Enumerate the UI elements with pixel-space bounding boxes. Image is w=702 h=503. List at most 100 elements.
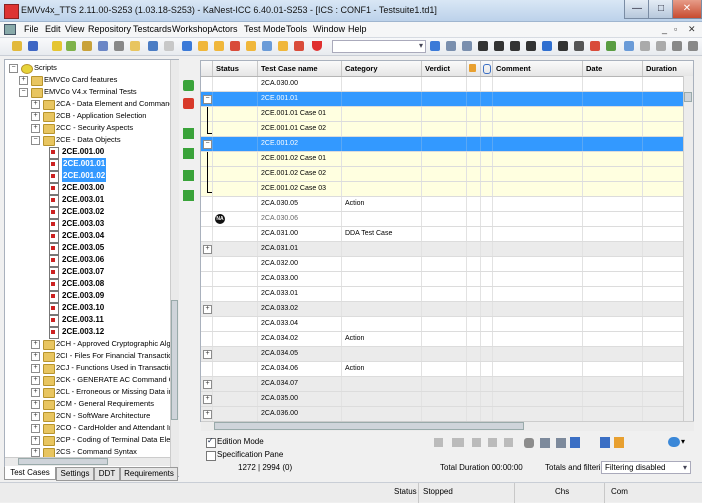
tree-folder-item[interactable]: + EMVCo Card features — [19, 74, 170, 86]
filter-icon[interactable] — [430, 41, 440, 51]
grid-row[interactable]: 2CA.032.00 — [201, 257, 693, 272]
grid-row[interactable]: 2CE.001.01 Case 01 — [201, 107, 693, 122]
expand-icon[interactable]: + — [203, 395, 212, 404]
tree-folder-item[interactable]: +2CP - Coding of Terminal Data Eleme... — [31, 434, 178, 446]
menu-help[interactable]: Help — [348, 24, 367, 34]
expand-icon[interactable]: + — [31, 124, 40, 133]
repository-icon[interactable] — [28, 41, 38, 51]
header-date[interactable]: Date — [583, 61, 643, 76]
pdf-icon[interactable] — [590, 41, 600, 51]
tree-test-item[interactable]: 2CE.003.03 — [49, 218, 170, 231]
collapse-icon[interactable]: − — [31, 136, 40, 145]
menu-testcards[interactable]: Testcards — [133, 24, 172, 34]
grid-row[interactable]: 2CA.030.05 Action — [201, 197, 693, 212]
warning-icon[interactable] — [312, 41, 322, 51]
menu-file[interactable]: File — [24, 24, 39, 34]
grid-row[interactable]: 2CA.033.00 — [201, 272, 693, 287]
grid-row[interactable]: − 2CE.001.02 — [201, 137, 693, 152]
grid-vertical-scrollbar[interactable] — [683, 76, 693, 421]
filter-clear-icon[interactable] — [462, 41, 472, 51]
lightning-icon[interactable] — [52, 41, 62, 51]
expand-icon[interactable]: + — [31, 448, 40, 457]
menu-workshop[interactable]: Workshop — [172, 24, 212, 34]
grid-row[interactable]: 2CA.033.04 — [201, 317, 693, 332]
find-prev-icon[interactable] — [510, 41, 520, 51]
toolbar-combo[interactable] — [332, 40, 426, 53]
tree-vertical-scroll-thumb[interactable] — [171, 300, 178, 420]
menu-window[interactable]: Window — [313, 24, 345, 34]
tree-test-item[interactable]: 2CE.003.02 — [49, 206, 170, 219]
tree-test-item[interactable]: 2CE.003.07 — [49, 266, 170, 279]
export-icon[interactable] — [624, 41, 634, 51]
header-comment[interactable]: Comment — [493, 61, 583, 76]
expand-icon[interactable]: + — [203, 410, 212, 419]
grid-horizontal-scroll-thumb[interactable] — [214, 422, 524, 430]
stop-icon[interactable] — [294, 41, 304, 51]
clear-icon[interactable] — [640, 41, 650, 51]
folder-add-icon[interactable] — [214, 41, 224, 51]
find-next-icon[interactable] — [494, 41, 504, 51]
expand-icon[interactable]: + — [31, 424, 40, 433]
export-doc-icon[interactable] — [614, 437, 624, 448]
print-icon[interactable] — [164, 41, 174, 51]
tree-test-item[interactable]: 2CE.003.05 — [49, 242, 170, 255]
header-test-case-name[interactable]: Test Case name — [258, 61, 342, 76]
tree-root[interactable]: − Scripts — [9, 62, 169, 74]
tag-icon[interactable] — [656, 41, 666, 51]
menu-test-mode[interactable]: Test Mode — [244, 24, 286, 34]
filter-edit-icon[interactable] — [446, 41, 456, 51]
find-blue-icon[interactable] — [542, 41, 552, 51]
menu-tools[interactable]: Tools — [286, 24, 307, 34]
menu-repository[interactable]: Repository — [88, 24, 131, 34]
mdi-close-button[interactable]: ✕ — [688, 24, 696, 35]
grid-row[interactable]: 2CA.034.06 Action — [201, 362, 693, 377]
tree-test-item[interactable]: 2CE.001.01 — [49, 158, 170, 171]
header-duration[interactable]: Duration — [643, 61, 693, 76]
minimize-button[interactable]: — — [624, 0, 650, 19]
settings-icon[interactable] — [114, 41, 124, 51]
tree-folder-item[interactable]: +2CL - Erroneous or Missing Data in I... — [31, 386, 178, 398]
filter-select[interactable]: Filtering disabled — [601, 461, 691, 474]
collapse-icon[interactable]: − — [9, 64, 18, 73]
expand-icon[interactable]: + — [31, 436, 40, 445]
run-icon[interactable] — [182, 41, 192, 51]
edit-doc-icon[interactable] — [570, 437, 580, 448]
maximize-button[interactable]: □ — [648, 0, 674, 19]
tool3-icon[interactable] — [556, 438, 566, 448]
grid-row[interactable]: +2CA.035.00 — [201, 392, 693, 407]
tab-requirements[interactable]: Requirements — [120, 467, 178, 481]
grid-row[interactable]: 2CE.001.02 Case 01 — [201, 152, 693, 167]
expand-icon[interactable]: + — [31, 352, 40, 361]
tree-folder-item[interactable]: +2CH - Approved Cryptographic Algorit... — [31, 338, 178, 350]
expand-icon[interactable]: + — [203, 380, 212, 389]
save-icon[interactable] — [148, 41, 158, 51]
grid-row[interactable]: 2CA.034.02 Action — [201, 332, 693, 347]
step-icon[interactable] — [452, 438, 464, 447]
expand-icon[interactable]: + — [19, 76, 28, 85]
tree-horizontal-scroll-thumb[interactable] — [18, 458, 108, 465]
expand-icon[interactable]: + — [203, 245, 212, 254]
header-status[interactable]: Status — [213, 61, 258, 76]
header-flag[interactable] — [467, 61, 481, 76]
expand-icon[interactable]: + — [31, 400, 40, 409]
grid-row[interactable]: − 2CE.001.01 — [201, 92, 693, 107]
document-icon[interactable] — [4, 24, 16, 35]
tree-folder-item[interactable]: +2CI - Files For Financial Transaction I… — [31, 350, 178, 362]
nav-left-icon[interactable] — [672, 41, 682, 51]
expand-icon[interactable]: + — [203, 350, 212, 359]
expand-icon[interactable]: + — [31, 388, 40, 397]
tree-folder-item[interactable]: − EMVCo V4.x Terminal Tests — [19, 86, 170, 98]
grid-row[interactable]: 2CE.001.01 Case 02 — [201, 122, 693, 137]
skip-icon[interactable] — [504, 438, 513, 447]
mdi-restore-button[interactable]: ▫ — [674, 24, 677, 34]
tree-folder-item[interactable]: +2CB - Application Selection — [31, 110, 170, 122]
tree-test-item[interactable]: 2CE.001.00 — [49, 146, 170, 159]
tree-test-item[interactable]: 2CE.003.10 — [49, 302, 170, 315]
move-down-icon[interactable] — [183, 170, 194, 181]
tool2-icon[interactable] — [540, 438, 550, 448]
tree-test-item[interactable]: 2CE.003.08 — [49, 278, 170, 291]
expand-icon[interactable]: + — [31, 100, 40, 109]
excel-icon[interactable] — [606, 41, 616, 51]
tree-test-item[interactable]: 2CE.003.12 — [49, 326, 170, 339]
prev-icon[interactable] — [434, 438, 443, 447]
